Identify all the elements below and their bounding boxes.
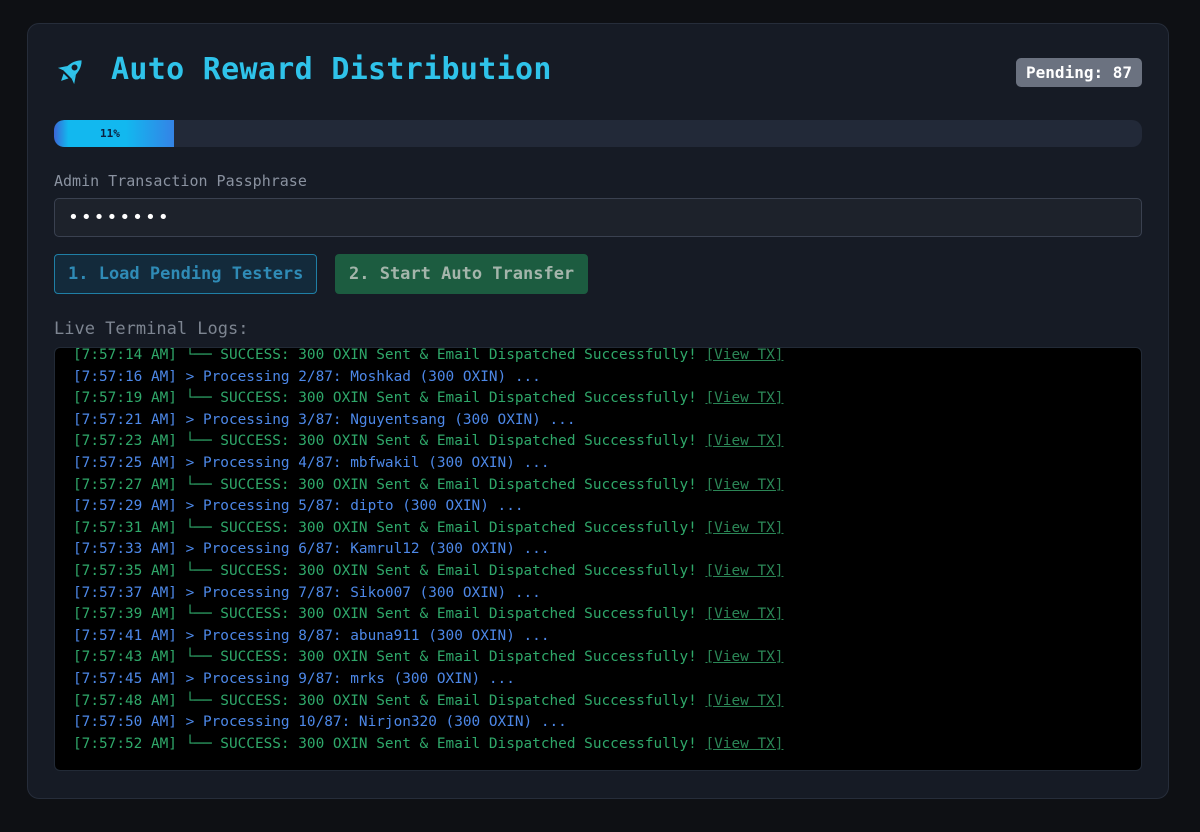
log-line-processing: [7:57:50 AM] > Processing 10/87: Nirjon3… xyxy=(73,712,1131,734)
passphrase-label: Admin Transaction Passphrase xyxy=(54,172,307,190)
view-tx-link[interactable]: [View TX] xyxy=(705,649,783,665)
page-title: Auto Reward Distribution xyxy=(111,52,552,87)
log-line-text: [7:57:52 AM] └── SUCCESS: 300 OXIN Sent … xyxy=(73,735,706,752)
view-tx-link[interactable]: [View TX] xyxy=(705,477,783,493)
log-line-text: [7:57:39 AM] └── SUCCESS: 300 OXIN Sent … xyxy=(73,606,706,623)
view-tx-link[interactable]: [View TX] xyxy=(705,736,783,752)
reward-distribution-panel: Auto Reward Distribution Pending: 87 11%… xyxy=(27,23,1169,799)
progress-bar: 11% xyxy=(54,120,1142,147)
log-line-success: [7:57:19 AM] └── SUCCESS: 300 OXIN Sent … xyxy=(73,388,1131,410)
log-line-processing: [7:57:25 AM] > Processing 4/87: mbfwakil… xyxy=(73,453,1131,475)
header: Auto Reward Distribution Pending: 87 xyxy=(54,52,1142,88)
view-tx-link[interactable]: [View TX] xyxy=(705,520,783,536)
log-line-success: [7:57:48 AM] └── SUCCESS: 300 OXIN Sent … xyxy=(73,691,1131,713)
log-line-processing: [7:57:21 AM] > Processing 3/87: Nguyents… xyxy=(73,410,1131,432)
pending-count-badge: Pending: 87 xyxy=(1016,58,1142,87)
terminal-log-window[interactable]: [7:57:14 AM] └── SUCCESS: 300 OXIN Sent … xyxy=(54,347,1142,771)
log-line-text: [7:57:23 AM] └── SUCCESS: 300 OXIN Sent … xyxy=(73,433,706,450)
log-line-text: [7:57:48 AM] └── SUCCESS: 300 OXIN Sent … xyxy=(73,692,706,709)
log-line-text: [7:57:50 AM] > Processing 10/87: Nirjon3… xyxy=(73,714,567,731)
log-line-success: [7:57:39 AM] └── SUCCESS: 300 OXIN Sent … xyxy=(73,604,1131,626)
log-line-processing: [7:57:29 AM] > Processing 5/87: dipto (3… xyxy=(73,496,1131,518)
log-line-text: [7:57:31 AM] └── SUCCESS: 300 OXIN Sent … xyxy=(73,519,706,536)
log-line-text: [7:57:33 AM] > Processing 6/87: Kamrul12… xyxy=(73,541,550,558)
start-auto-transfer-button[interactable]: 2. Start Auto Transfer xyxy=(335,254,589,294)
log-line-processing: [7:57:41 AM] > Processing 8/87: abuna911… xyxy=(73,626,1131,648)
log-line-text: [7:57:19 AM] └── SUCCESS: 300 OXIN Sent … xyxy=(73,390,706,407)
load-pending-testers-button[interactable]: 1. Load Pending Testers xyxy=(54,254,318,294)
log-line-text: [7:57:29 AM] > Processing 5/87: dipto (3… xyxy=(73,498,524,515)
log-line-text: [7:57:14 AM] └── SUCCESS: 300 OXIN Sent … xyxy=(73,347,706,363)
log-line-text: [7:57:21 AM] > Processing 3/87: Nguyents… xyxy=(73,411,576,428)
log-line-text: [7:57:27 AM] └── SUCCESS: 300 OXIN Sent … xyxy=(73,476,706,493)
passphrase-input[interactable] xyxy=(54,198,1142,237)
log-line-processing: [7:57:37 AM] > Processing 7/87: Siko007 … xyxy=(73,583,1131,605)
log-line-text: [7:57:16 AM] > Processing 2/87: Moshkad … xyxy=(73,368,541,385)
view-tx-link[interactable]: [View TX] xyxy=(705,606,783,622)
log-line-success: [7:57:27 AM] └── SUCCESS: 300 OXIN Sent … xyxy=(73,475,1131,497)
log-line-text: [7:57:45 AM] > Processing 9/87: mrks (30… xyxy=(73,670,515,687)
log-line-text: [7:57:43 AM] └── SUCCESS: 300 OXIN Sent … xyxy=(73,649,706,666)
log-line-success: [7:57:23 AM] └── SUCCESS: 300 OXIN Sent … xyxy=(73,431,1131,453)
log-line-processing: [7:57:16 AM] > Processing 2/87: Moshkad … xyxy=(73,367,1131,389)
log-line-text: [7:57:41 AM] > Processing 8/87: abuna911… xyxy=(73,627,550,644)
log-line-success: [7:57:35 AM] └── SUCCESS: 300 OXIN Sent … xyxy=(73,561,1131,583)
view-tx-link[interactable]: [View TX] xyxy=(705,693,783,709)
log-line-success: [7:57:43 AM] └── SUCCESS: 300 OXIN Sent … xyxy=(73,647,1131,669)
view-tx-link[interactable]: [View TX] xyxy=(705,348,783,363)
log-line-processing: [7:57:33 AM] > Processing 6/87: Kamrul12… xyxy=(73,539,1131,561)
view-tx-link[interactable]: [View TX] xyxy=(705,433,783,449)
log-line-success: [7:57:14 AM] └── SUCCESS: 300 OXIN Sent … xyxy=(73,347,1131,367)
log-line-success: [7:57:31 AM] └── SUCCESS: 300 OXIN Sent … xyxy=(73,518,1131,540)
log-list: [7:57:14 AM] └── SUCCESS: 300 OXIN Sent … xyxy=(73,347,1131,756)
logs-label: Live Terminal Logs: xyxy=(54,319,249,339)
view-tx-link[interactable]: [View TX] xyxy=(705,563,783,579)
progress-label: 11% xyxy=(100,127,120,140)
log-line-text: [7:57:25 AM] > Processing 4/87: mbfwakil… xyxy=(73,454,550,471)
log-line-text: [7:57:37 AM] > Processing 7/87: Siko007 … xyxy=(73,584,541,601)
log-line-success: [7:57:52 AM] └── SUCCESS: 300 OXIN Sent … xyxy=(73,734,1131,756)
log-line-processing: [7:57:45 AM] > Processing 9/87: mrks (30… xyxy=(73,669,1131,691)
rocket-icon xyxy=(57,60,82,85)
view-tx-link[interactable]: [View TX] xyxy=(705,390,783,406)
log-line-text: [7:57:35 AM] └── SUCCESS: 300 OXIN Sent … xyxy=(73,562,706,579)
